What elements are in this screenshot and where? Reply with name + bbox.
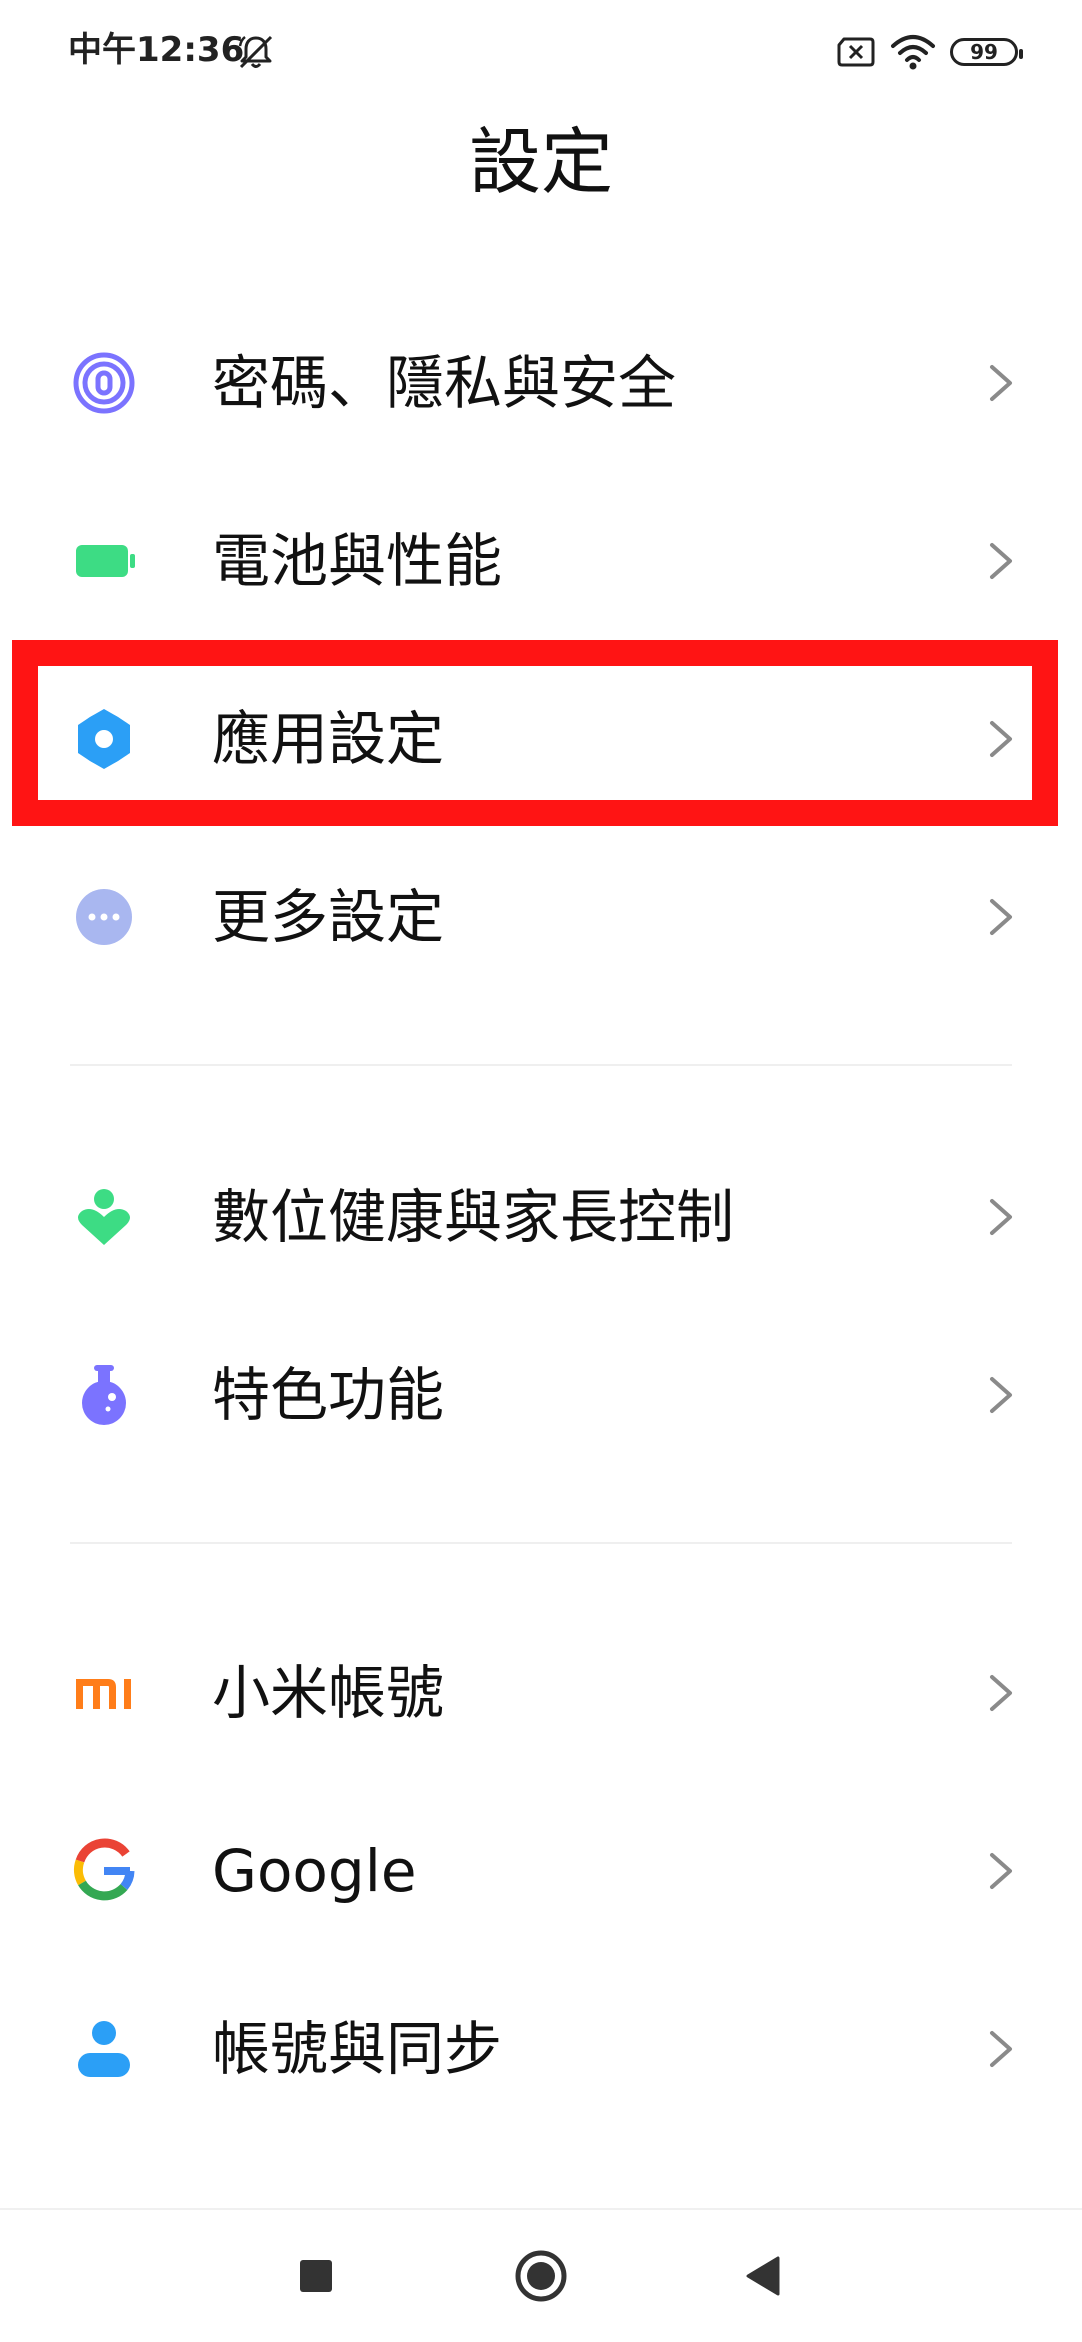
- chevron-right-icon: [990, 1377, 1012, 1413]
- navigation-bar: [0, 2208, 1082, 2342]
- section-divider: [70, 1064, 1012, 1066]
- chevron-right-icon: [990, 1853, 1012, 1889]
- settings-item-accounts-sync[interactable]: 帳號與同步: [0, 1960, 1082, 2138]
- settings-item-privacy-security[interactable]: 密碼、隱私與安全: [0, 294, 1082, 472]
- back-triangle-icon[interactable]: [734, 2246, 794, 2306]
- status-bar: 中午12:36 99: [0, 0, 1082, 100]
- settings-item-digital-wellbeing[interactable]: 數位健康與家長控制: [0, 1128, 1082, 1306]
- settings-item-label: 帳號與同步: [212, 2015, 503, 2083]
- settings-item-label: 密碼、隱私與安全: [212, 349, 677, 417]
- settings-item-mi-account[interactable]: 小米帳號: [0, 1604, 1082, 1782]
- more-dots-icon: [76, 889, 132, 945]
- settings-item-label: 更多設定: [212, 883, 445, 951]
- home-circle-icon[interactable]: [511, 2246, 571, 2306]
- sim-card-icon: [837, 37, 875, 67]
- chevron-right-icon: [990, 543, 1012, 579]
- chevron-right-icon: [990, 721, 1012, 757]
- settings-item-label: 小米帳號: [212, 1659, 445, 1727]
- mi-logo-icon: [76, 1679, 131, 1709]
- digital-wellbeing-icon: [78, 1189, 130, 1245]
- wifi-icon: [891, 35, 935, 70]
- fingerprint-icon: [73, 352, 135, 414]
- settings-item-label: Google: [212, 1837, 417, 1905]
- gear-icon: [78, 709, 130, 769]
- chevron-right-icon: [990, 365, 1012, 401]
- settings-item-label: 數位健康與家長控制: [212, 1183, 735, 1251]
- settings-item-label: 特色功能: [212, 1361, 445, 1429]
- chevron-right-icon: [990, 2031, 1012, 2067]
- potion-flask-icon: [82, 1365, 126, 1425]
- recents-square-icon[interactable]: [286, 2246, 346, 2306]
- chevron-right-icon: [990, 899, 1012, 935]
- section-divider: [70, 1542, 1012, 1544]
- bell-off-icon: [238, 35, 273, 69]
- settings-item-special-features[interactable]: 特色功能: [0, 1306, 1082, 1484]
- status-time: 中午12:36: [68, 30, 245, 70]
- person-icon: [78, 2021, 130, 2077]
- settings-item-app-settings[interactable]: 應用設定: [0, 650, 1082, 828]
- settings-item-label: 電池與性能: [212, 527, 503, 595]
- battery-level: 99: [970, 40, 998, 64]
- chevron-right-icon: [990, 1199, 1012, 1235]
- settings-item-battery-performance[interactable]: 電池與性能: [0, 472, 1082, 650]
- battery-icon: 99: [950, 38, 1023, 66]
- battery-icon: [76, 545, 135, 577]
- google-g-icon: [73, 1838, 135, 1901]
- settings-item-more-settings[interactable]: 更多設定: [0, 828, 1082, 1006]
- status-icons: 99: [836, 30, 1023, 74]
- settings-item-google[interactable]: Google: [0, 1782, 1082, 1960]
- chevron-right-icon: [990, 1675, 1012, 1711]
- page-title: 設定: [468, 120, 613, 204]
- settings-item-label: 應用設定: [212, 705, 445, 773]
